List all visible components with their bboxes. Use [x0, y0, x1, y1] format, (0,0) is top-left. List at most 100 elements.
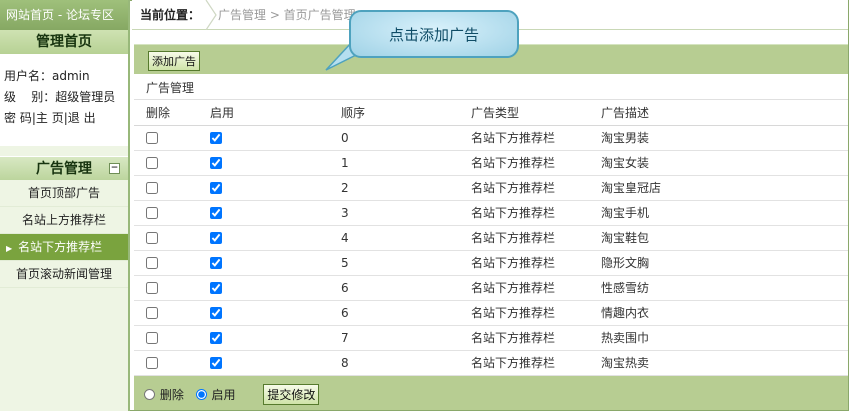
ad-desc-cell: 情趣内衣 — [601, 300, 848, 326]
breadcrumb-path: 广告管理 > 首页广告管理 — [218, 8, 356, 22]
delete-cell — [134, 200, 210, 226]
site-home-link[interactable]: 网站首页 - 论坛专区 — [0, 0, 128, 30]
enabled-checkbox[interactable] — [210, 132, 222, 144]
enabled-checkbox[interactable] — [210, 357, 222, 369]
ad-type-cell: 名站下方推荐栏 — [471, 325, 601, 351]
enabled-checkbox[interactable] — [210, 182, 222, 194]
delete-checkbox[interactable] — [146, 132, 158, 144]
collapse-icon[interactable]: − — [109, 163, 120, 174]
add-ad-button[interactable]: 添加广告 — [148, 51, 200, 71]
delete-checkbox[interactable] — [146, 357, 158, 369]
delete-cell — [134, 350, 210, 376]
delete-checkbox[interactable] — [146, 282, 158, 294]
sidebar-item-homepage-top-ad[interactable]: 首页顶部广告 — [0, 180, 128, 207]
sidebar-item-scrolling-news[interactable]: 首页滚动新闻管理 — [0, 261, 128, 288]
table-row: 0 名站下方推荐栏 淘宝男装 — [134, 125, 848, 151]
enabled-checkbox[interactable] — [210, 307, 222, 319]
enabled-checkbox[interactable] — [210, 332, 222, 344]
delete-checkbox[interactable] — [146, 232, 158, 244]
table-row: 8 名站下方推荐栏 淘宝热卖 — [134, 350, 848, 376]
table-row: 6 名站下方推荐栏 性感雪纺 — [134, 275, 848, 301]
username-label: 用户名： — [4, 69, 53, 83]
delete-checkbox[interactable] — [146, 207, 158, 219]
home-link[interactable]: 主 页 — [36, 111, 64, 125]
delete-cell — [134, 325, 210, 351]
enabled-cell — [210, 150, 341, 176]
table-row: 6 名站下方推荐栏 情趣内衣 — [134, 300, 848, 326]
password-link[interactable]: 密 码 — [4, 111, 32, 125]
ad-desc-cell: 淘宝鞋包 — [601, 225, 848, 251]
table-row: 3 名站下方推荐栏 淘宝手机 — [134, 200, 848, 226]
delete-checkbox[interactable] — [146, 157, 158, 169]
table-row: 2 名站下方推荐栏 淘宝皇冠店 — [134, 175, 848, 201]
table-row: 4 名站下方推荐栏 淘宝鞋包 — [134, 225, 848, 251]
user-links: 密 码|主 页|退 出 — [4, 111, 96, 125]
submit-changes-button[interactable]: 提交修改 — [263, 384, 320, 405]
enabled-cell — [210, 275, 341, 301]
delete-cell — [134, 300, 210, 326]
enabled-cell — [210, 350, 341, 376]
enable-radio-label[interactable]: 启用 — [212, 388, 236, 402]
logout-link[interactable]: 退 出 — [68, 111, 96, 125]
sidebar-item-sites-bottom-recommend[interactable]: ▶ 名站下方推荐栏 — [0, 234, 128, 261]
ad-type-cell: 名站下方推荐栏 — [471, 150, 601, 176]
delete-cell — [134, 125, 210, 151]
level-row: 级 别：超级管理员 — [0, 87, 128, 108]
ad-desc-cell: 性感雪纺 — [601, 275, 848, 301]
order-cell: 6 — [341, 275, 471, 301]
ad-desc-cell: 淘宝手机 — [601, 200, 848, 226]
ad-type-cell: 名站下方推荐栏 — [471, 250, 601, 276]
delete-radio-label[interactable]: 删除 — [160, 388, 184, 402]
delete-checkbox[interactable] — [146, 307, 158, 319]
order-cell: 0 — [341, 125, 471, 151]
level-value: 超级管理员 — [55, 90, 116, 104]
delete-cell — [134, 250, 210, 276]
username-row: 用户名：admin — [0, 66, 128, 87]
section-title: 广告管理 — [36, 161, 92, 177]
admin-home-header[interactable]: 管理首页 — [0, 30, 128, 54]
ad-type-cell: 名站下方推荐栏 — [471, 300, 601, 326]
enabled-checkbox[interactable] — [210, 257, 222, 269]
triangle-right-icon: ▶ — [6, 244, 13, 253]
order-cell: 5 — [341, 250, 471, 276]
enabled-checkbox[interactable] — [210, 232, 222, 244]
footer-bar: 删除 启用 提交修改 — [134, 376, 848, 410]
col-ad-type: 广告类型 — [471, 100, 601, 126]
ad-type-cell: 名站下方推荐栏 — [471, 275, 601, 301]
table-row: 1 名站下方推荐栏 淘宝女装 — [134, 150, 848, 176]
enabled-checkbox[interactable] — [210, 282, 222, 294]
ad-type-cell: 名站下方推荐栏 — [471, 125, 601, 151]
table-row: 5 名站下方推荐栏 隐形文胸 — [134, 250, 848, 276]
ad-type-cell: 名站下方推荐栏 — [471, 350, 601, 376]
ad-desc-cell: 热卖围巾 — [601, 325, 848, 351]
delete-radio[interactable] — [144, 389, 155, 400]
enabled-cell — [210, 200, 341, 226]
delete-checkbox[interactable] — [146, 257, 158, 269]
enabled-checkbox[interactable] — [210, 207, 222, 219]
enabled-checkbox[interactable] — [210, 157, 222, 169]
enable-radio[interactable] — [195, 389, 207, 400]
sidebar-item-label: 首页顶部广告 — [27, 186, 100, 200]
ad-management-section[interactable]: 广告管理 − — [0, 156, 128, 180]
tooltip-callout: 点击添加广告 — [349, 10, 519, 58]
delete-checkbox[interactable] — [146, 332, 158, 344]
ad-desc-cell: 隐形文胸 — [601, 250, 848, 276]
enabled-cell — [210, 175, 341, 201]
sidebar-item-sites-top-recommend[interactable]: 名站上方推荐栏 — [0, 207, 128, 234]
ad-table: 删除 启用 顺序 广告类型 广告描述 0 名站下方推荐栏 淘宝男装 1 名站下方推荐栏淘… — [134, 100, 848, 376]
col-delete: 删除 — [134, 100, 210, 126]
user-info: 用户名：admin 级 别：超级管理员 密 码|主 页|退 出 — [0, 54, 128, 146]
ad-type-cell: 名站下方推荐栏 — [471, 200, 601, 226]
order-cell: 6 — [341, 300, 471, 326]
col-ad-desc: 广告描述 — [601, 100, 848, 126]
delete-cell — [134, 225, 210, 251]
table-header-row: 删除 启用 顺序 广告类型 广告描述 — [134, 100, 848, 126]
delete-cell — [134, 175, 210, 201]
footer-controls: 删除 启用 提交修改 — [144, 384, 320, 405]
order-cell: 1 — [341, 150, 471, 176]
table-title: 广告管理 — [134, 76, 848, 100]
enabled-cell — [210, 225, 341, 251]
delete-cell — [134, 275, 210, 301]
delete-checkbox[interactable] — [146, 182, 158, 194]
breadcrumb-label: 当前位置： — [140, 8, 201, 22]
